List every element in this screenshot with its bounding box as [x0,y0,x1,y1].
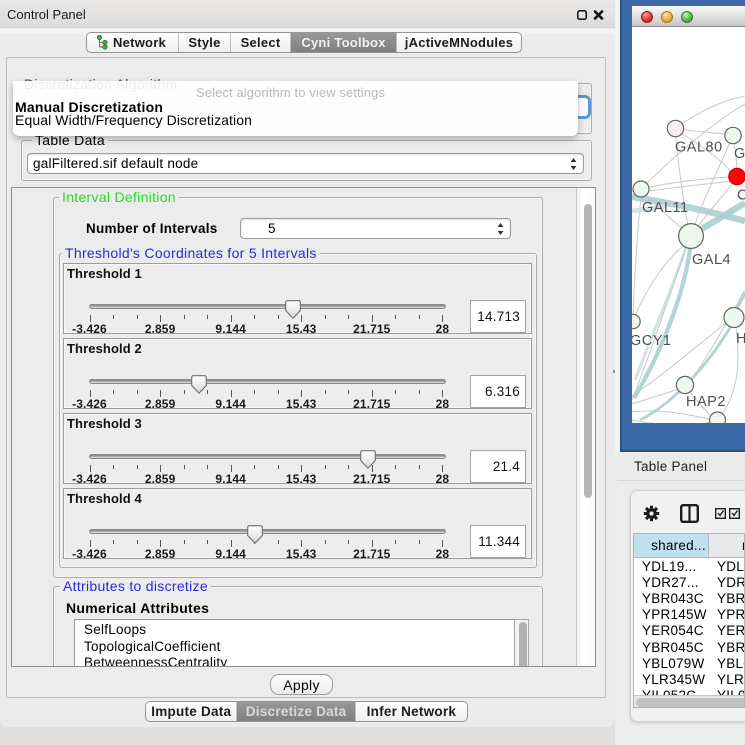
svg-text:C: C [737,188,745,204]
svg-text:GCY1: GCY1 [632,333,672,349]
svg-text:HAP2: HAP2 [686,394,726,410]
svg-text:GA: GA [734,146,745,162]
svg-text:GAL11: GAL11 [642,200,689,216]
svg-text:GAL4: GAL4 [692,252,731,268]
svg-text:GAL80: GAL80 [675,140,723,156]
svg-text:H: H [736,331,745,347]
